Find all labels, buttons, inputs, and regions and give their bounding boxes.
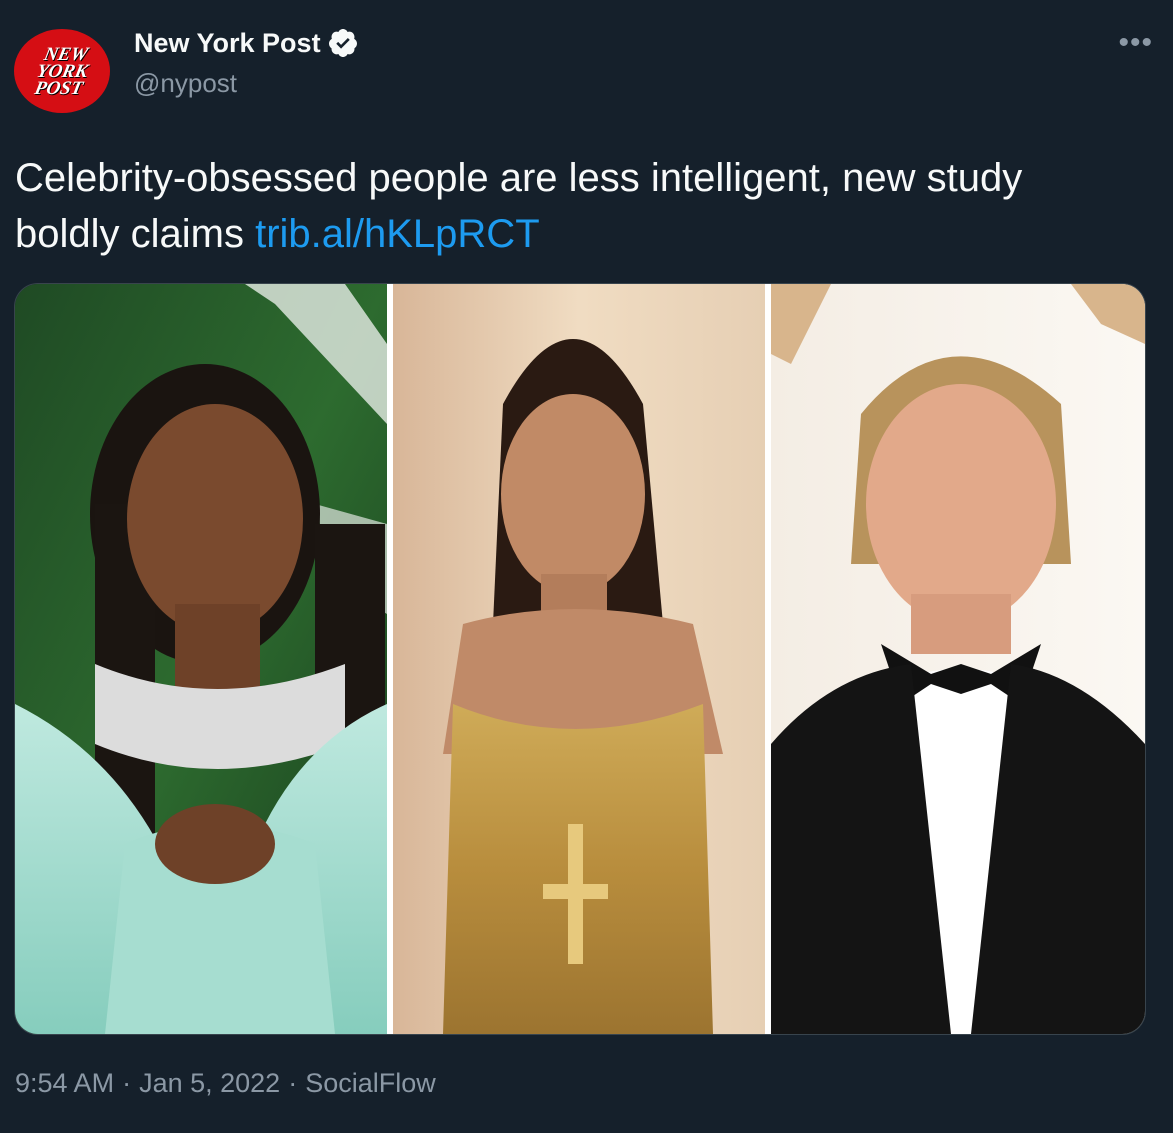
author-name[interactable]: New York Post xyxy=(134,27,359,59)
more-options-icon[interactable]: ••• xyxy=(1118,26,1153,60)
meta-separator: · xyxy=(122,1068,132,1098)
logo-line-1: NEW xyxy=(41,43,90,65)
tweet-text: Celebrity-obsessed people are less intel… xyxy=(15,150,1115,262)
photo-1 xyxy=(15,284,387,1034)
meta-separator: · xyxy=(288,1068,298,1098)
logo-line-3: POST xyxy=(32,77,85,99)
tweet: NEW YORK POST New York Post @nypost ••• … xyxy=(0,0,1173,1133)
verified-badge-icon xyxy=(327,27,359,59)
author-handle[interactable]: @nypost xyxy=(134,68,237,99)
tweet-date[interactable]: Jan 5, 2022 xyxy=(139,1068,280,1098)
author-name-text[interactable]: New York Post xyxy=(134,28,321,59)
tweet-link[interactable]: trib.al/hKLpRCT xyxy=(255,212,540,256)
tweet-source: SocialFlow xyxy=(305,1068,436,1098)
logo-line-2: YORK xyxy=(34,60,90,82)
media-image[interactable] xyxy=(14,283,1146,1035)
avatar[interactable]: NEW YORK POST xyxy=(14,29,110,113)
tweet-meta: 9:54 AM · Jan 5, 2022 · SocialFlow xyxy=(15,1068,436,1099)
tweet-time[interactable]: 9:54 AM xyxy=(15,1068,114,1098)
nypost-logo: NEW YORK POST xyxy=(31,43,93,99)
photo-3 xyxy=(771,284,1145,1034)
photo-2 xyxy=(393,284,765,1034)
